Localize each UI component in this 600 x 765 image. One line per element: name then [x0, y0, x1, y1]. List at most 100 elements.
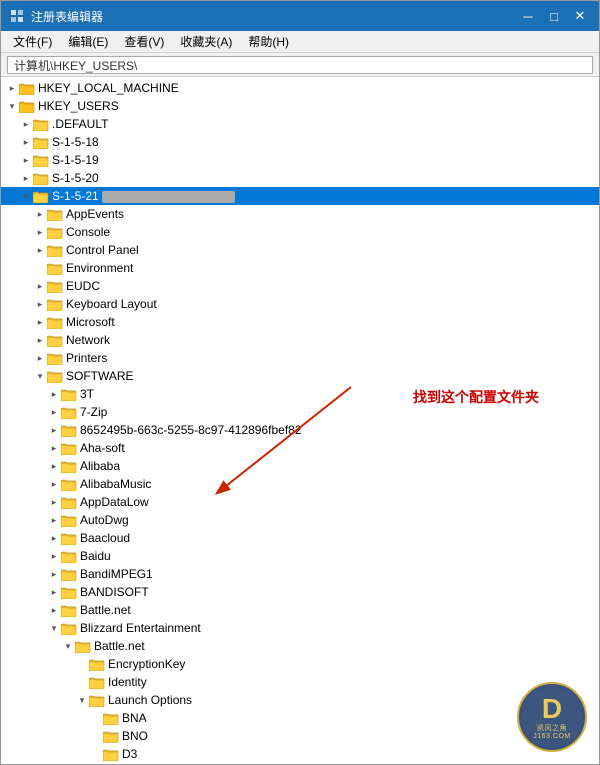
- tree-label-controlpanel: Control Panel: [66, 243, 139, 257]
- expand-icon-software: ▾: [33, 368, 47, 384]
- tree-item-baidu[interactable]: ▸ Baidu: [1, 547, 599, 565]
- tree-panel: ▸ HKEY_LOCAL_MACHINE▾ HKEY_USERS▸ .DEFAU…: [1, 77, 599, 764]
- tree-item-hklm[interactable]: ▸ HKEY_LOCAL_MACHINE: [1, 79, 599, 97]
- folder-icon-bandimpeg1: [61, 567, 77, 581]
- expand-icon-launchoptions: ▾: [75, 692, 89, 708]
- tree-item-appevents[interactable]: ▸ AppEvents: [1, 205, 599, 223]
- tree-item-ahasoft[interactable]: ▸ Aha-soft: [1, 439, 599, 457]
- expand-icon-microsoft: ▸: [33, 314, 47, 330]
- address-input[interactable]: 计算机\HKEY_USERS\: [7, 56, 593, 74]
- app-icon: [9, 8, 25, 24]
- tree-item-blizzard[interactable]: ▾ Blizzard Entertainment: [1, 619, 599, 637]
- tree-item-3t[interactable]: ▸ 3T: [1, 385, 599, 403]
- tree-item-network[interactable]: ▸ Network: [1, 331, 599, 349]
- tree-item-dst2[interactable]: DST2: [1, 763, 599, 764]
- expand-icon-blizzard: ▾: [47, 620, 61, 636]
- tree-label-bna: BNA: [122, 711, 147, 725]
- tree-label-bandisoft: BANDISOFT: [80, 585, 149, 599]
- tree-item-identity[interactable]: Identity: [1, 673, 599, 691]
- tree-item-8652[interactable]: ▸ 8652495b-663c-5255-8c97-412896fbef82: [1, 421, 599, 439]
- tree-item-microsoft[interactable]: ▸ Microsoft: [1, 313, 599, 331]
- tree-label-hklm: HKEY_LOCAL_MACHINE: [38, 81, 179, 95]
- tree-item-alibabamusic[interactable]: ▸ AlibabaMusic: [1, 475, 599, 493]
- maximize-button[interactable]: □: [543, 6, 565, 26]
- folder-icon-baidu: [61, 549, 77, 563]
- tree-label-encryptionkey: EncryptionKey: [108, 657, 185, 671]
- tree-item-s1519[interactable]: ▸ S-1-5-19: [1, 151, 599, 169]
- tree-item-battlenet_top[interactable]: ▸ Battle.net: [1, 601, 599, 619]
- tree-label-hku: HKEY_USERS: [38, 99, 119, 113]
- folder-icon-alibaba: [61, 459, 77, 473]
- folder-icon-s1521: [33, 189, 49, 203]
- expand-icon-s1520: ▸: [19, 170, 33, 186]
- folder-icon-autodwg: [61, 513, 77, 527]
- tree-item-appdatalow[interactable]: ▸ AppDataLow: [1, 493, 599, 511]
- folder-icon-identity: [89, 675, 105, 689]
- tree-item-s1518[interactable]: ▸ S-1-5-18: [1, 133, 599, 151]
- tree-item-7zip[interactable]: ▸ 7-Zip: [1, 403, 599, 421]
- minimize-button[interactable]: ─: [517, 6, 539, 26]
- tree-item-kblayout[interactable]: ▸ Keyboard Layout: [1, 295, 599, 313]
- tree-item-baacloud[interactable]: ▸ Baacloud: [1, 529, 599, 547]
- tree-item-s1521[interactable]: ▾ S-1-5-21 XXXXXXXXXX: [1, 187, 599, 205]
- tree-item-bandimpeg1[interactable]: ▸ BandiMPEG1: [1, 565, 599, 583]
- folder-icon-battlenet_top: [61, 603, 77, 617]
- expand-icon-bno: [89, 729, 103, 743]
- folder-icon-s1519: [33, 153, 49, 167]
- expand-icon-d3: [89, 747, 103, 761]
- tree-item-encryptionkey[interactable]: EncryptionKey: [1, 655, 599, 673]
- tree-item-s1520[interactable]: ▸ S-1-5-20: [1, 169, 599, 187]
- folder-icon-kblayout: [47, 297, 63, 311]
- tree-item-eudc[interactable]: ▸ EUDC: [1, 277, 599, 295]
- menu-item-文件(F)[interactable]: 文件(F): [5, 31, 60, 52]
- tree-item-launchoptions[interactable]: ▾ Launch Options: [1, 691, 599, 709]
- close-button[interactable]: ✕: [569, 6, 591, 26]
- menu-bar: 文件(F)编辑(E)查看(V)收藏夹(A)帮助(H): [1, 31, 599, 53]
- folder-icon-bno: [103, 729, 119, 743]
- tree-item-d3[interactable]: D3: [1, 745, 599, 763]
- tree-item-environment[interactable]: Environment: [1, 259, 599, 277]
- tree-item-bna[interactable]: BNA: [1, 709, 599, 727]
- tree-item-autodwg[interactable]: ▸ AutoDwg: [1, 511, 599, 529]
- folder-icon-eudc: [47, 279, 63, 293]
- tree-item-default[interactable]: ▸ .DEFAULT: [1, 115, 599, 133]
- tree-item-bno[interactable]: BNO: [1, 727, 599, 745]
- tree-label-kblayout: Keyboard Layout: [66, 297, 157, 311]
- folder-icon-bandisoft: [61, 585, 77, 599]
- tree-item-software[interactable]: ▾ SOFTWARE: [1, 367, 599, 385]
- folder-icon-network: [47, 333, 63, 347]
- title-bar: 注册表编辑器 ─ □ ✕: [1, 1, 599, 31]
- menu-item-收藏夹(A)[interactable]: 收藏夹(A): [172, 31, 240, 52]
- folder-icon-blizzard: [61, 621, 77, 635]
- menu-item-查看(V)[interactable]: 查看(V): [116, 31, 172, 52]
- tree-label-appevents: AppEvents: [66, 207, 124, 221]
- tree-item-controlpanel[interactable]: ▸ Control Panel: [1, 241, 599, 259]
- tree-label-8652: 8652495b-663c-5255-8c97-412896fbef82: [80, 423, 302, 437]
- folder-icon-appdatalow: [61, 495, 77, 509]
- main-content: ▸ HKEY_LOCAL_MACHINE▾ HKEY_USERS▸ .DEFAU…: [1, 77, 599, 764]
- menu-item-编辑(E)[interactable]: 编辑(E): [60, 31, 116, 52]
- tree-item-battlenet[interactable]: ▾ Battle.net: [1, 637, 599, 655]
- tree-label-baacloud: Baacloud: [80, 531, 130, 545]
- expand-icon-kblayout: ▸: [33, 296, 47, 312]
- expand-icon-eudc: ▸: [33, 278, 47, 294]
- expand-icon-s1521: ▾: [19, 188, 33, 204]
- tree-item-bandisoft[interactable]: ▸ BANDISOFT: [1, 583, 599, 601]
- tree-label-appdatalow: AppDataLow: [80, 495, 149, 509]
- folder-icon-software: [47, 369, 63, 383]
- tree-label-alibaba: Alibaba: [80, 459, 120, 473]
- tree-item-console[interactable]: ▸ Console: [1, 223, 599, 241]
- tree-label-baidu: Baidu: [80, 549, 111, 563]
- folder-icon-d3: [103, 747, 119, 761]
- tree-item-printers[interactable]: ▸ Printers: [1, 349, 599, 367]
- expand-icon-encryptionkey: [75, 657, 89, 671]
- folder-icon-7zip: [61, 405, 77, 419]
- tree-label-console: Console: [66, 225, 110, 239]
- tree-item-alibaba[interactable]: ▸ Alibaba: [1, 457, 599, 475]
- expand-icon-default: ▸: [19, 116, 33, 132]
- tree-label-alibabamusic: AlibabaMusic: [80, 477, 151, 491]
- folder-icon-encryptionkey: [89, 657, 105, 671]
- menu-item-帮助(H)[interactable]: 帮助(H): [240, 31, 297, 52]
- tree-item-hku[interactable]: ▾ HKEY_USERS: [1, 97, 599, 115]
- content-wrapper: ▸ HKEY_LOCAL_MACHINE▾ HKEY_USERS▸ .DEFAU…: [1, 77, 599, 764]
